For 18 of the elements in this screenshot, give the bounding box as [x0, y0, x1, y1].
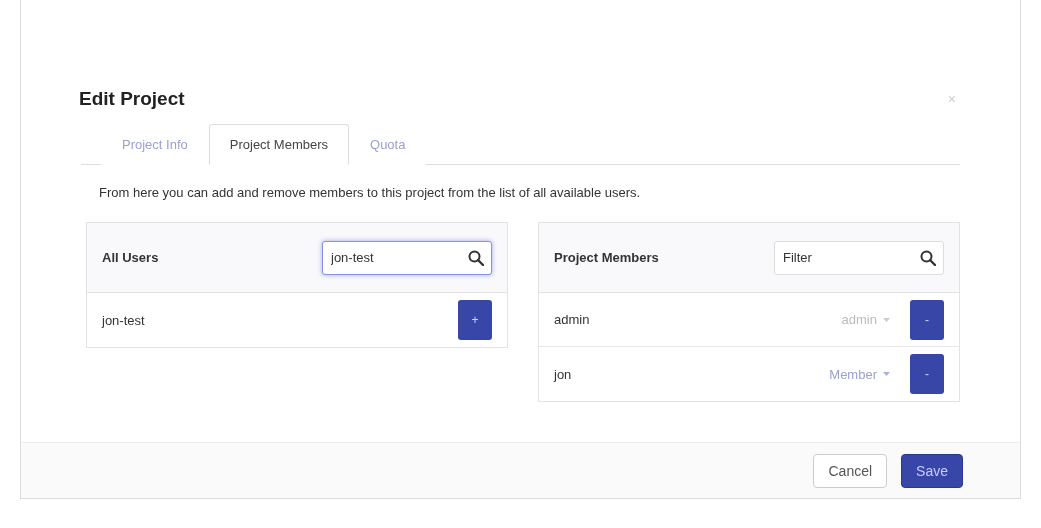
search-field[interactable]: Filter [774, 240, 944, 275]
member-name: jon [554, 366, 573, 382]
tab[interactable]: Project Members [208, 124, 349, 165]
caret-icon [883, 372, 890, 376]
add-button[interactable]: + [458, 300, 492, 340]
caret-icon [883, 317, 890, 322]
cancel-button[interactable]: Cancel [813, 453, 888, 488]
search-field[interactable]: jon-test [322, 240, 492, 275]
remove-button[interactable]: - [910, 354, 944, 394]
description: From here you can add and remove members to this project from the list of all available users. [99, 185, 642, 200]
member-name: admin [554, 312, 591, 327]
search-icon [468, 249, 484, 266]
search-icon [920, 249, 936, 266]
user-name: jon-test [102, 312, 146, 328]
panel-title: Project Members [554, 250, 659, 265]
panel-title: All Users [102, 250, 159, 265]
dialog-title: Edit Project [79, 88, 185, 110]
save-button[interactable]: Save [901, 453, 963, 488]
